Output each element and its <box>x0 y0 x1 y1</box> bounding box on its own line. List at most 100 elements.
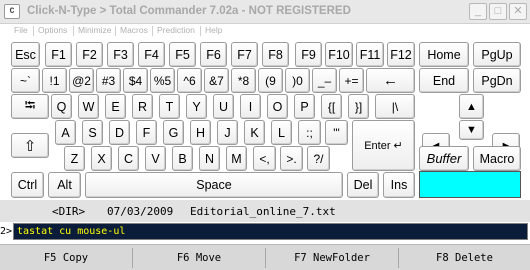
window-title: Click-N-Type > Total Commander 7.02a - N… <box>27 5 351 17</box>
file-name: Editorial_online_7.txt <box>190 205 336 218</box>
key-2[interactable]: @2 <box>69 68 94 93</box>
menu-file[interactable]: File <box>14 25 28 35</box>
key-d[interactable]: D <box>109 120 130 145</box>
key-g[interactable]: G <box>163 120 184 145</box>
key-i[interactable]: I <box>240 94 261 119</box>
key-f10[interactable]: F10 <box>325 42 353 67</box>
menu-prediction[interactable]: Prediction <box>157 25 195 35</box>
key-5[interactable]: %5 <box>150 68 175 93</box>
key-6[interactable]: ^6 <box>177 68 202 93</box>
file-list-row[interactable]: <DIR> 07/03/2009 Editorial_online_7.txt <box>0 200 530 222</box>
key-r[interactable]: R <box>132 94 153 119</box>
key-j[interactable]: J <box>217 120 238 145</box>
menu-options[interactable]: Options <box>38 25 67 35</box>
key-b[interactable]: B <box>172 146 193 171</box>
key-c[interactable]: C <box>118 146 139 171</box>
key-quote[interactable]: "' <box>325 120 348 145</box>
key-3[interactable]: #3 <box>96 68 121 93</box>
key-minus[interactable]: _– <box>312 68 337 93</box>
key-f6[interactable]: F6 <box>200 42 227 67</box>
key-tab[interactable]: ⭾ <box>11 94 49 119</box>
key-l[interactable]: L <box>271 120 292 145</box>
key-alt[interactable]: Alt <box>48 172 81 198</box>
f7-newfolder-button[interactable]: F7 NewFolder <box>266 248 398 268</box>
key-ctrl[interactable]: Ctrl <box>11 172 44 198</box>
key-4[interactable]: $4 <box>123 68 148 93</box>
key-tilde[interactable]: ~` <box>11 68 40 93</box>
key-pgup[interactable]: PgUp <box>473 42 521 67</box>
f5-copy-button[interactable]: F5 Copy <box>0 248 132 268</box>
menu-minimize[interactable]: Minimize <box>78 25 112 35</box>
menu-separator <box>33 26 34 36</box>
key-arrow-down[interactable]: ▼ <box>459 120 484 140</box>
key-comma[interactable]: <, <box>253 146 276 171</box>
menu-separator <box>152 26 153 36</box>
key-q[interactable]: Q <box>51 94 72 119</box>
prediction-box[interactable] <box>419 171 521 198</box>
key-k[interactable]: K <box>244 120 265 145</box>
key-f4[interactable]: F4 <box>138 42 165 67</box>
key-home[interactable]: Home <box>419 42 469 67</box>
key-arrow-up[interactable]: ▲ <box>459 94 484 119</box>
key-h[interactable]: H <box>190 120 211 145</box>
command-input[interactable]: tastat cu mouse-ul <box>13 223 528 240</box>
key-enter[interactable]: Enter ↵ <box>352 120 415 171</box>
key-x[interactable]: X <box>91 146 112 171</box>
key-z[interactable]: Z <box>64 146 85 171</box>
f6-move-button[interactable]: F6 Move <box>133 248 265 268</box>
key-slash[interactable]: ?/ <box>307 146 330 171</box>
key-space[interactable]: Space <box>85 172 343 198</box>
key-f1[interactable]: F1 <box>45 42 72 67</box>
key-semicolon[interactable]: :; <box>298 120 321 145</box>
key-period[interactable]: >. <box>280 146 303 171</box>
key-u[interactable]: U <box>213 94 234 119</box>
key-y[interactable]: Y <box>186 94 207 119</box>
key-9[interactable]: (9 <box>258 68 283 93</box>
key-f[interactable]: F <box>136 120 157 145</box>
command-line: 2> tastat cu mouse-ul <box>0 222 530 242</box>
key-del[interactable]: Del <box>347 172 379 198</box>
key-f7[interactable]: F7 <box>231 42 258 67</box>
key-end[interactable]: End <box>419 68 469 93</box>
key-f12[interactable]: F12 <box>387 42 415 67</box>
key-f2[interactable]: F2 <box>76 42 103 67</box>
close-button[interactable]: ✕ <box>509 3 527 20</box>
maximize-button[interactable]: □ <box>489 3 507 20</box>
key-p[interactable]: P <box>294 94 315 119</box>
menu-bar: File Options Minimize Macros Prediction … <box>0 24 530 38</box>
key-f9[interactable]: F9 <box>295 42 322 67</box>
key-a[interactable]: A <box>55 120 76 145</box>
key-f5[interactable]: F5 <box>169 42 196 67</box>
key-backslash[interactable]: |\ <box>375 94 415 119</box>
key-esc[interactable]: Esc <box>11 42 40 67</box>
menu-help[interactable]: Help <box>205 25 222 35</box>
key-t[interactable]: T <box>159 94 180 119</box>
key-v[interactable]: V <box>145 146 166 171</box>
key-f3[interactable]: F3 <box>107 42 134 67</box>
key-shift[interactable]: ⇧ <box>11 133 49 158</box>
key-pgdn[interactable]: PgDn <box>473 68 521 93</box>
key-o[interactable]: O <box>267 94 288 119</box>
buffer-button[interactable]: Buffer <box>419 146 469 171</box>
key-left-bracket[interactable]: {[ <box>321 94 342 119</box>
key-ins[interactable]: Ins <box>383 172 415 198</box>
key-7[interactable]: &7 <box>204 68 229 93</box>
key-n[interactable]: N <box>199 146 220 171</box>
macro-button[interactable]: Macro <box>473 146 521 171</box>
key-8[interactable]: *8 <box>231 68 256 93</box>
key-0[interactable]: )0 <box>285 68 310 93</box>
key-e[interactable]: E <box>105 94 126 119</box>
key-w[interactable]: W <box>78 94 99 119</box>
menu-macros[interactable]: Macros <box>120 25 148 35</box>
key-plus[interactable]: += <box>339 68 364 93</box>
key-1[interactable]: !1 <box>42 68 67 93</box>
f8-delete-button[interactable]: F8 Delete <box>399 248 530 268</box>
key-s[interactable]: S <box>82 120 103 145</box>
key-m[interactable]: M <box>226 146 247 171</box>
key-backspace[interactable]: ← <box>366 68 415 93</box>
key-right-bracket[interactable]: }] <box>348 94 369 119</box>
key-f11[interactable]: F11 <box>356 42 384 67</box>
menu-separator <box>200 26 201 36</box>
key-f8[interactable]: F8 <box>262 42 289 67</box>
minimize-button[interactable]: _ <box>469 3 487 20</box>
